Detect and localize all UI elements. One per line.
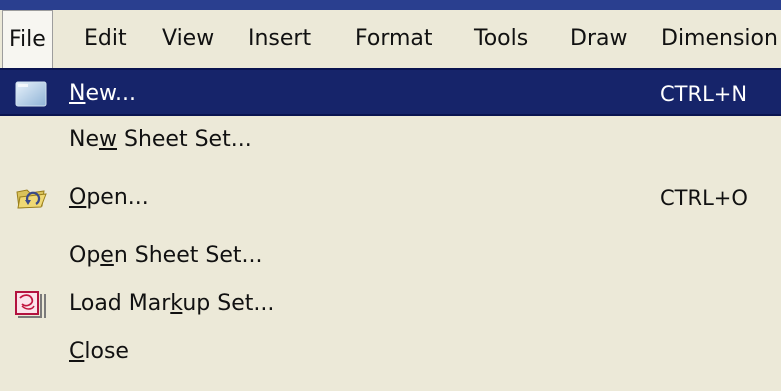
menu-dimension[interactable]: Dimension	[655, 10, 781, 68]
mnemonic-letter: e	[100, 243, 114, 268]
mnemonic-letter: N	[69, 81, 86, 106]
menu-item-close[interactable]: Close	[0, 328, 781, 376]
menu-tools[interactable]: Tools	[468, 10, 534, 68]
menu-item-open-sheet-set[interactable]: Open Sheet Set...	[0, 232, 781, 280]
menu-item-label: New...	[69, 81, 136, 106]
markup-set-icon	[14, 290, 50, 318]
menu-draw[interactable]: Draw	[564, 10, 633, 68]
file-menu-dropdown: New... CTRL+N New Sheet Set... Open... C…	[0, 68, 781, 391]
menu-view[interactable]: View	[156, 10, 220, 68]
menu-item-label: Open Sheet Set...	[69, 243, 263, 268]
menu-bar: File Edit View Insert Format Tools Draw …	[0, 10, 781, 68]
menu-insert[interactable]: Insert	[242, 10, 317, 68]
menu-item-shortcut: CTRL+O	[660, 186, 748, 210]
new-document-icon	[14, 80, 50, 108]
menu-item-new-sheet-set[interactable]: New Sheet Set...	[0, 116, 781, 164]
mnemonic-letter: C	[69, 339, 85, 364]
menu-item-label: New Sheet Set...	[69, 127, 252, 152]
mnemonic-letter: k	[170, 291, 183, 316]
title-strip	[0, 0, 781, 10]
open-folder-icon	[14, 184, 50, 212]
menu-edit[interactable]: Edit	[78, 10, 133, 68]
menu-item-open[interactable]: Open... CTRL+O	[0, 174, 781, 222]
menu-item-label: Close	[69, 339, 129, 364]
menu-file[interactable]: File	[2, 10, 53, 68]
mnemonic-letter: w	[99, 127, 117, 152]
menu-item-shortcut: CTRL+N	[660, 82, 748, 106]
menu-item-label: Load Markup Set...	[69, 291, 275, 316]
menu-item-new[interactable]: New... CTRL+N	[0, 68, 781, 116]
menu-item-label: Open...	[69, 185, 149, 210]
menu-format[interactable]: Format	[349, 10, 439, 68]
mnemonic-letter: O	[69, 185, 87, 210]
menu-item-load-markup-set[interactable]: Load Markup Set...	[0, 280, 781, 328]
